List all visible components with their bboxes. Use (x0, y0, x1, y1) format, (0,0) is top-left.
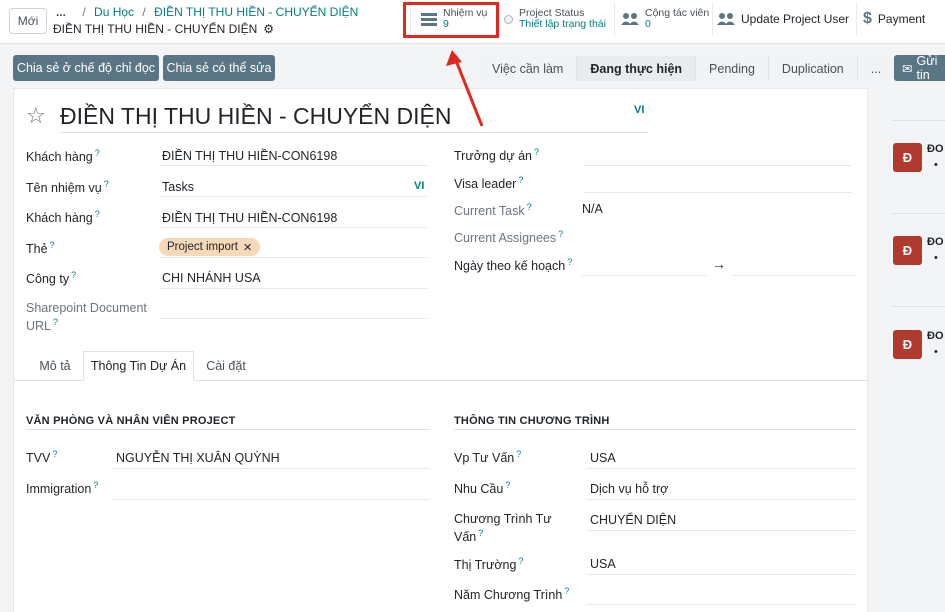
visa-leader-label: Visa leader? (454, 175, 524, 192)
tab-description[interactable]: Mô tả (27, 351, 83, 381)
title-underline (60, 132, 648, 133)
customer2-label: Khách hàng? (26, 209, 100, 226)
date-range-arrow-icon: → (712, 256, 726, 272)
send-message-button[interactable]: ✉ Gửi tin (894, 54, 945, 82)
tags-label: Thẻ? (26, 240, 55, 257)
message-author[interactable]: ĐO (927, 236, 944, 248)
project-lead-label: Trưởng dự án? (454, 147, 539, 164)
planned-date-label: Ngày theo kế hoạch? (454, 257, 573, 274)
tag-remove-icon[interactable]: ✕ (243, 241, 252, 254)
stage-more[interactable]: ... (857, 56, 896, 81)
payment-button[interactable]: $ Payment (856, 2, 945, 36)
new-button[interactable]: Mới (9, 8, 47, 34)
message-bullet: • (934, 252, 938, 264)
envelope-icon: ✉ (902, 61, 913, 76)
current-task-value: N/A (582, 202, 603, 216)
stage-todo[interactable]: Việc cần làm (479, 56, 578, 81)
users-icon (717, 13, 735, 25)
project-status-value: Thiết lập trạng thái (519, 18, 606, 30)
company-field[interactable]: CHI NHÁNH USA (162, 271, 261, 285)
title-language-button[interactable]: VI (634, 104, 644, 116)
share-edit-button[interactable]: Chia sẻ có thể sửa (163, 55, 275, 81)
market-label: Thị Trường? (454, 556, 524, 573)
market-field[interactable]: USA (590, 557, 616, 571)
breadcrumb-current-link[interactable]: ĐIỀN THỊ THU HIỀN - CHUYỂN DIỆN (154, 5, 358, 19)
section-program-heading: THÔNG TIN CHƯƠNG TRÌNH (454, 415, 610, 427)
share-readonly-button[interactable]: Chia sẻ ở chế độ chỉ đọc (13, 55, 159, 81)
avatar[interactable]: Đ (893, 330, 922, 359)
collaborators-count: 0 (645, 18, 651, 30)
program-label: Chương Trình Tư (454, 512, 552, 526)
stage-duplication[interactable]: Duplication (768, 56, 858, 81)
update-project-user-label: Update Project User (741, 12, 850, 26)
need-label: Nhu Cầu? (454, 480, 511, 497)
update-project-user-button[interactable]: Update Project User (712, 2, 854, 36)
status-dot-icon (504, 14, 513, 24)
breadcrumb: ... / Du Học / ĐIỀN THỊ THU HIỀN - CHUYỂ… (56, 5, 359, 19)
users-icon (621, 13, 639, 25)
sharepoint-label-cont: URL? (26, 317, 59, 334)
notebook-tabs: Mô tả Thông Tin Dự Án Cài đặt (14, 351, 867, 381)
collaborators-label: Cộng tác viên (645, 7, 710, 19)
message-bullet: • (934, 159, 938, 171)
message-author[interactable]: ĐO (927, 330, 944, 342)
office-label: Vp Tư Vấn? (454, 449, 522, 466)
customer2-field[interactable]: ĐIỀN THỊ THU HIỀN-CON6198 (162, 211, 337, 225)
sharepoint-label: Sharepoint Document (26, 301, 147, 315)
payment-label: Payment (877, 12, 926, 26)
tag-project-import: Project import ✕ (159, 238, 261, 256)
tag-label: Project import (167, 241, 238, 253)
office-field[interactable]: USA (590, 451, 616, 465)
task-name-field[interactable]: Tasks (162, 180, 194, 194)
message-bullet: • (934, 346, 938, 358)
control-panel: Mới ... / Du Học / ĐIỀN THỊ THU HIỀN - C… (0, 0, 945, 44)
company-label: Công ty? (26, 270, 77, 287)
breadcrumb-more[interactable]: ... (56, 5, 66, 19)
dollar-icon: $ (863, 10, 872, 27)
annotation-highlight-box (403, 2, 499, 38)
task-name-label: Tên nhiệm vụ? (26, 179, 109, 196)
stage-pending[interactable]: Pending (696, 56, 769, 81)
record-title-text: ĐIỀN THỊ THU HIỀN - CHUYỂN DIỆN (53, 22, 258, 36)
avatar[interactable]: Đ (893, 143, 922, 172)
project-status-button[interactable]: Project Status Thiết lập trạng thái (499, 2, 611, 36)
chatter-panel: Đ ĐO • Đ ĐO • Đ ĐO • (868, 88, 945, 612)
stage-in-progress[interactable]: Đang thực hiện (577, 56, 697, 81)
star-icon[interactable]: ☆ (26, 103, 46, 129)
collaborators-stat-button[interactable]: Cộng tác viên 0 (614, 2, 710, 36)
immigration-label: Immigration? (26, 480, 99, 497)
customer-label: Khách hàng? (26, 148, 100, 165)
section-office-heading: VĂN PHÒNG VÀ NHÂN VIÊN PROJECT (26, 415, 236, 427)
project-title-field[interactable]: ĐIỀN THỊ THU HIỀN - CHUYỂN DIỆN (60, 103, 451, 130)
breadcrumb-parent-link[interactable]: Du Học (94, 5, 134, 19)
current-task-label: Current Task? (454, 202, 532, 219)
customer-field[interactable]: ĐIỀN THỊ THU HIỀN-CON6198 (162, 149, 337, 163)
avatar[interactable]: Đ (893, 236, 922, 265)
need-field[interactable]: Dịch vụ hỗ trợ (590, 482, 668, 496)
gear-icon[interactable]: ⚙ (263, 22, 274, 36)
tab-project-info[interactable]: Thông Tin Dự Án (83, 351, 194, 381)
task-name-language-button[interactable]: VI (414, 180, 424, 192)
tab-settings[interactable]: Cài đặt (196, 351, 256, 381)
program-year-label: Năm Chương Trình? (454, 586, 570, 603)
record-title: ĐIỀN THỊ THU HIỀN - CHUYỂN DIỆN ⚙ (53, 22, 274, 36)
message-author[interactable]: ĐO (927, 143, 944, 155)
send-message-label: Gửi tin (916, 54, 938, 82)
tvv-field[interactable]: NGUYỄN THỊ XUÂN QUỲNH (116, 451, 280, 465)
program-label-cont: Vấn? (454, 528, 484, 545)
form-sheet: ☆ ĐIỀN THỊ THU HIỀN - CHUYỂN DIỆN VI Khá… (13, 88, 868, 612)
tvv-label: TVV? (26, 449, 58, 466)
program-field[interactable]: CHUYỂN DIỆN (590, 513, 676, 527)
current-assignees-label: Current Assignees? (454, 229, 564, 246)
stage-pipeline: Việc cần làm Đang thực hiện Pending Dupl… (479, 56, 896, 81)
